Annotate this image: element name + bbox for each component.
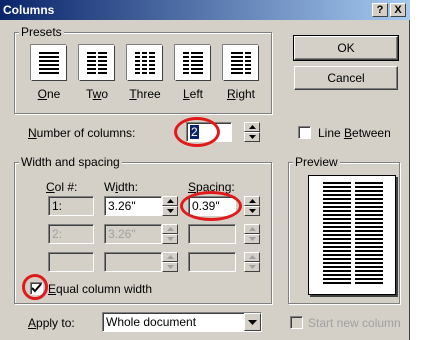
preset-one-label: One [37, 87, 61, 101]
equal-column-width-checkbox[interactable] [30, 282, 43, 295]
start-new-column-checkbox[interactable] [290, 316, 303, 329]
preview-group-label: Preview [293, 155, 340, 169]
spin-down-arrow-icon[interactable] [244, 132, 260, 142]
spacing-input-3[interactable] [188, 252, 236, 272]
spin-up-arrow-icon[interactable] [162, 224, 178, 234]
number-of-columns-input[interactable]: 2 [186, 122, 232, 142]
apply-to-select[interactable]: Whole document [102, 312, 262, 332]
preset-one-button[interactable] [31, 45, 67, 81]
spin-up-arrow-icon[interactable] [244, 224, 260, 234]
width-input-3[interactable] [104, 252, 162, 272]
spin-down-arrow-icon[interactable] [244, 262, 260, 272]
right-columns-icon [231, 52, 251, 74]
checkmark-icon [31, 283, 42, 293]
columns-dialog: Columns ? X Presets One Two Three Left R… [0, 0, 410, 340]
spin-up-arrow-icon[interactable] [244, 196, 260, 206]
col-number-header: Col #: [46, 180, 78, 194]
preset-right-button[interactable] [223, 45, 259, 81]
number-of-columns-label: Number of columns: [28, 126, 136, 140]
line-between-label: Line Between [318, 126, 391, 140]
spin-down-arrow-icon[interactable] [162, 234, 178, 244]
title-bar: Columns ? X [0, 0, 410, 20]
three-columns-icon [135, 52, 155, 74]
preset-two-button[interactable] [79, 45, 115, 81]
width-spinner-3[interactable] [162, 252, 178, 272]
spin-down-arrow-icon[interactable] [244, 234, 260, 244]
spin-up-arrow-icon[interactable] [244, 122, 260, 132]
spin-up-arrow-icon[interactable] [162, 252, 178, 262]
spacing-spinner-2[interactable] [244, 224, 260, 244]
presets-group-label: Presets [19, 25, 64, 39]
line-between-checkbox[interactable] [298, 126, 311, 139]
preset-three-button[interactable] [127, 45, 163, 81]
col-number-1: 1: [48, 196, 94, 216]
start-new-column-label: Start new column [308, 316, 401, 330]
preset-three-label: Three [129, 87, 161, 101]
apply-to-label: Apply to: [28, 316, 75, 330]
preset-right-label: Right [226, 87, 256, 101]
width-input-1[interactable]: 3.26" [104, 196, 162, 216]
preview-column-left [323, 182, 351, 286]
spin-down-arrow-icon[interactable] [244, 206, 260, 216]
one-column-icon [38, 51, 60, 75]
spin-down-arrow-icon[interactable] [162, 262, 178, 272]
width-spinner-2[interactable] [162, 224, 178, 244]
left-columns-icon [183, 52, 203, 74]
presets-group: Presets One Two Three Left Right [14, 25, 272, 114]
col-number-2: 2: [48, 224, 94, 244]
ok-button[interactable]: OK [293, 35, 399, 61]
cancel-button[interactable]: Cancel [294, 66, 398, 90]
spacing-input-1[interactable]: 0.39" [188, 196, 236, 216]
spin-up-arrow-icon[interactable] [162, 196, 178, 206]
width-header: Width: [104, 180, 139, 194]
preset-left-label: Left [182, 87, 204, 101]
help-button[interactable]: ? [372, 3, 388, 17]
close-button[interactable]: X [390, 3, 406, 17]
preset-left-button[interactable] [175, 45, 211, 81]
spacing-spinner-1[interactable] [244, 196, 260, 216]
window-title: Columns [3, 3, 55, 17]
width-spacing-group-label: Width and spacing [19, 155, 122, 169]
spin-up-arrow-icon[interactable] [244, 252, 260, 262]
spin-down-arrow-icon[interactable] [162, 206, 178, 216]
spacing-input-2[interactable] [188, 224, 236, 244]
preview-column-right [355, 182, 383, 286]
col-number-3 [48, 252, 94, 272]
spacing-spinner-3[interactable] [244, 252, 260, 272]
apply-to-dropdown-arrow-icon[interactable] [244, 313, 261, 331]
spacing-header: Spacing: [188, 180, 235, 194]
preset-two-label: Two [85, 87, 109, 101]
two-columns-icon [87, 52, 107, 74]
width-spinner-1[interactable] [162, 196, 178, 216]
width-input-2[interactable]: 3.26" [104, 224, 162, 244]
equal-column-width-label: Equal column width [48, 282, 153, 296]
number-of-columns-spinner[interactable] [244, 122, 260, 142]
preview-page [308, 175, 396, 295]
